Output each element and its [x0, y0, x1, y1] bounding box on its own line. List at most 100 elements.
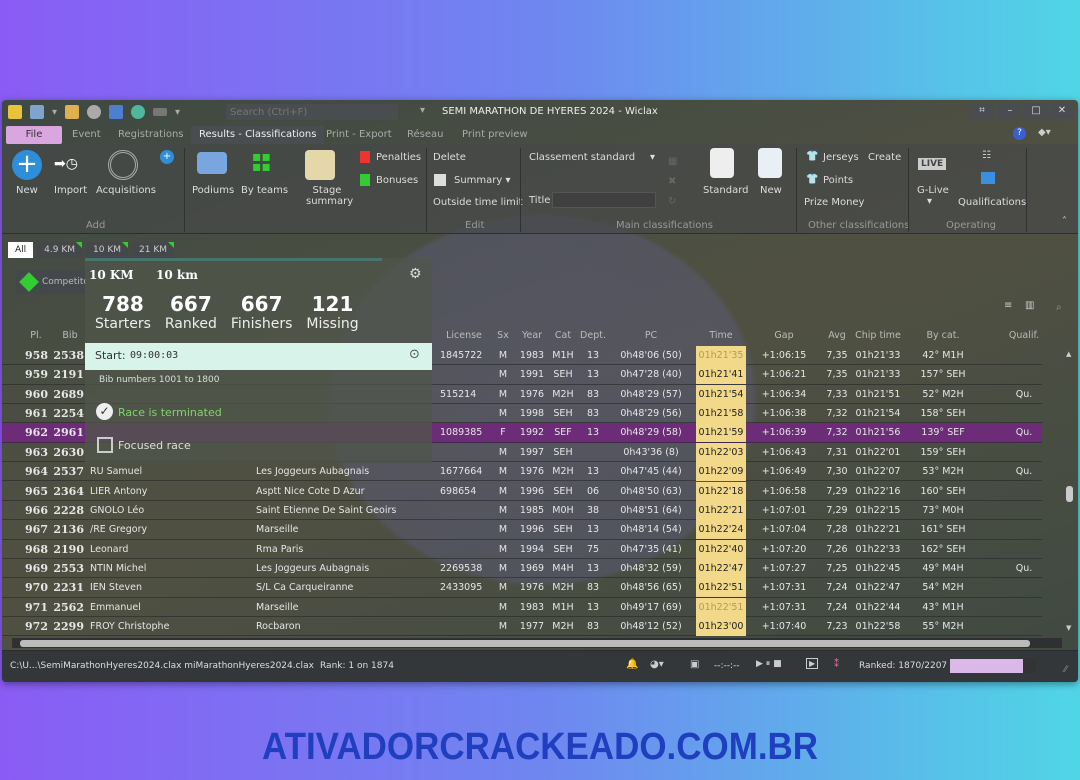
summary-button[interactable]: Summary ▾ — [454, 175, 511, 186]
tab-print-export[interactable]: Print - Export — [318, 126, 400, 144]
import-button[interactable]: Import — [54, 185, 87, 196]
penalties-button[interactable]: Penalties — [376, 152, 421, 163]
tab-file[interactable]: File — [6, 126, 62, 144]
stage-summary-button[interactable]: Stage summary — [306, 185, 353, 207]
tab-reseau[interactable]: Réseau — [399, 126, 451, 144]
column-header-avg[interactable]: Avg — [822, 326, 852, 346]
table-row[interactable]: 967 2136/RE Gregory Marseille M 1996 SEH 13 0h4… — [2, 520, 1042, 540]
race-tab-10km[interactable]: 10 KM — [86, 242, 128, 258]
column-header-pl[interactable]: Pl. — [20, 326, 52, 346]
maximize-button[interactable]: □ — [1024, 103, 1048, 119]
save-icon[interactable] — [30, 105, 44, 119]
bonuses-button[interactable]: Bonuses — [376, 175, 418, 186]
new-icon[interactable]: + — [12, 150, 42, 180]
playback-controls-icon[interactable]: ▶ ⏸ ■ — [756, 659, 782, 669]
filter-icon[interactable]: ≡ — [1004, 300, 1012, 311]
tab-registrations[interactable]: Registrations — [110, 126, 192, 144]
title-input[interactable] — [552, 192, 656, 208]
dropdown-icon[interactable]: ▾ — [52, 107, 57, 118]
standard-button[interactable]: Standard — [703, 185, 749, 196]
vertical-scrollbar[interactable] — [1066, 486, 1073, 502]
table-row[interactable]: 965 2364 LIER Antony Asptt Nice Cote D Azur… — [2, 481, 1042, 501]
theme-icon[interactable]: ◆▾ — [1038, 127, 1051, 138]
cell-chip-time: 01h22'16 — [855, 485, 901, 497]
search-input[interactable] — [226, 104, 398, 120]
scroll-down-icon[interactable]: ▼ — [1066, 624, 1071, 632]
focused-race-checkbox[interactable] — [97, 437, 113, 453]
cell-dept: 83 — [586, 408, 600, 420]
column-header-sx[interactable]: Sx — [490, 326, 516, 346]
column-header-year[interactable]: Year — [516, 326, 548, 346]
cloud-upload-icon[interactable] — [131, 105, 146, 119]
horizontal-scrollbar[interactable] — [20, 640, 1030, 647]
play-box-icon[interactable]: ▶ — [806, 658, 819, 669]
close-button[interactable]: ✕ — [1050, 103, 1074, 119]
settings-gear-icon[interactable]: ⚙ — [409, 266, 422, 282]
table-row[interactable]: 971 2562 Emmanuel Marseille M 1983 M1H 13 0h49'1… — [2, 597, 1042, 617]
scroll-up-icon[interactable]: ▲ — [1066, 350, 1071, 358]
tab-event[interactable]: Event — [64, 126, 109, 144]
table-row[interactable]: 966 2228 GNOLO Léo Saint Etienne De Saint G… — [2, 500, 1042, 521]
acquisitions-button[interactable]: Acquisitions — [96, 185, 156, 196]
open-folder-icon[interactable] — [65, 105, 80, 119]
bell-icon[interactable]: 🔔 — [626, 659, 638, 670]
new-classification-icon — [758, 148, 782, 178]
add-small-icon[interactable]: + — [160, 150, 174, 164]
cell-gap: +1:07:31 — [761, 582, 807, 594]
table-row[interactable]: 964 2537 RU Samuel Les Joggeurs Aubagnais 16… — [2, 462, 1042, 482]
chip-reader-icon[interactable] — [87, 105, 102, 119]
column-header-dept[interactable]: Dept. — [578, 326, 608, 346]
tab-print-preview[interactable]: Print preview — [454, 126, 536, 144]
tab-results-classifications[interactable]: Results - Classifications — [191, 126, 325, 144]
column-header-time[interactable]: Time — [696, 326, 746, 346]
screenshot-button[interactable]: ⌗ — [970, 103, 994, 119]
prize-money-button[interactable]: Prize Money — [804, 197, 864, 208]
cell-dept: 75 — [586, 543, 600, 555]
jerseys-button[interactable]: Jerseys — [823, 152, 859, 163]
cell-avg: 7,35 — [826, 369, 848, 381]
delete-button[interactable]: Delete — [433, 152, 466, 163]
help-icon[interactable]: ? — [1013, 127, 1026, 140]
screen-icon[interactable] — [109, 105, 124, 119]
points-button[interactable]: Points — [823, 175, 853, 186]
classification-select[interactable]: Classement standard ▾ — [529, 152, 655, 163]
race-tab-21km[interactable]: 21 KM — [132, 242, 174, 258]
play-circle-icon[interactable]: ⊙ — [409, 347, 420, 362]
collapse-ribbon-icon[interactable]: ˄ — [1062, 216, 1067, 227]
title-label: Title — [529, 195, 551, 206]
start-time-box[interactable]: Start: 09:00:03 ⊙ — [85, 343, 432, 370]
column-header-chip-time[interactable]: Chip time — [852, 326, 904, 346]
column-header-bib[interactable]: Bib — [52, 326, 88, 346]
column-header-cat[interactable]: Cat — [548, 326, 578, 346]
g-live-button[interactable]: G-Live ▾ — [917, 185, 949, 207]
column-header-license[interactable]: License — [438, 326, 490, 346]
dropdown-icon[interactable]: ▾ — [175, 107, 180, 118]
create-button[interactable]: Create — [868, 152, 901, 163]
table-row[interactable]: 970 2231 IEN Steven S/L Ca Carqueiranne 2433… — [2, 578, 1042, 598]
new-button[interactable]: New — [16, 185, 38, 196]
column-header-pc[interactable]: PC — [606, 326, 696, 346]
column-header-qualif[interactable]: Qualif. — [982, 326, 1066, 346]
by-teams-button[interactable]: By teams — [241, 185, 288, 196]
qualifications-button[interactable]: Qualifications — [958, 197, 1026, 208]
table-row[interactable]: 972 2299 FROY Christophe Rocbaron M 1977 M2H 83… — [2, 617, 1042, 637]
search-icon[interactable]: ⌕ — [1056, 302, 1062, 313]
antenna-icon[interactable]: ◕▾ — [650, 659, 664, 670]
competitors-button[interactable]: Competitors — [16, 270, 86, 294]
table-row[interactable]: 968 2190 Leonard Rma Paris M 1994 SEH 75 0h47'35… — [2, 539, 1042, 559]
save-status-icon[interactable]: ▣ — [690, 659, 699, 670]
cell-sx: M — [498, 485, 508, 497]
new-classification-button[interactable]: New — [760, 185, 782, 196]
columns-icon[interactable]: ▥ — [1025, 300, 1034, 311]
column-header-gap[interactable]: Gap — [746, 326, 822, 346]
table-row[interactable]: 969 2553 NTIN Michel Les Joggeurs Aubagnais… — [2, 558, 1042, 579]
live-icon[interactable] — [153, 108, 168, 116]
race-tab-all[interactable]: All — [8, 242, 34, 258]
column-header-by-cat[interactable]: By cat. — [904, 326, 982, 346]
minimize-button[interactable]: – — [998, 103, 1022, 119]
title-dropdown-icon[interactable]: ▾ — [420, 105, 425, 116]
podiums-button[interactable]: Podiums — [192, 185, 234, 196]
outside-time-limit-button[interactable]: Outside time limit — [433, 197, 523, 208]
resize-grip-icon[interactable]: ⁄⁄ — [1064, 665, 1067, 675]
race-tab-4-9km[interactable]: 4.9 KM — [37, 242, 83, 258]
